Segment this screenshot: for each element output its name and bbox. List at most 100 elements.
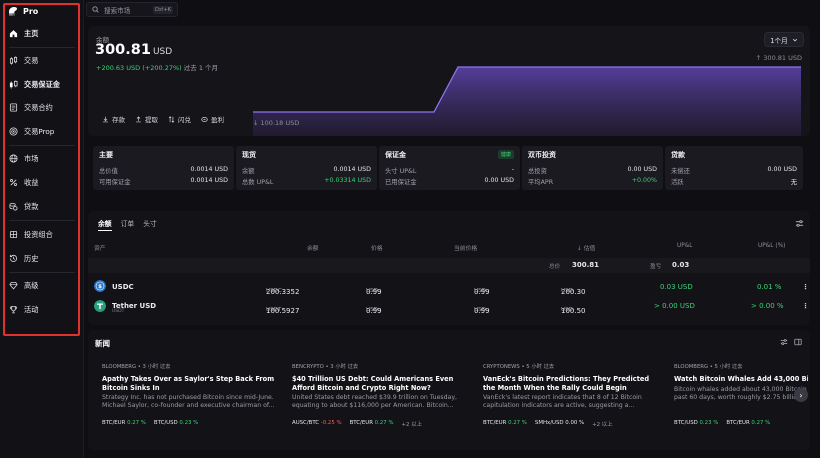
news-headline[interactable]: Watch Bitcoin Whales Add 43,000 Bitcoin <box>674 375 808 384</box>
news-title: 新闻 <box>95 339 110 348</box>
sidebar-item-earn[interactable]: 收益 <box>7 174 77 191</box>
card-margin[interactable]: 保证金 健康 头寸 UP&L - 已用保证金 0.00 USD <box>379 146 520 190</box>
sidebar-item-prop[interactable]: 交易Prop <box>7 123 77 140</box>
chart-max-label: ↑ 300.81 USD <box>755 54 802 62</box>
card-row-label: 头寸 UP&L <box>385 168 417 175</box>
sidebar-item-home[interactable]: 主页 <box>7 25 77 42</box>
withdraw-button[interactable]: 提取 <box>135 114 158 124</box>
col-balance[interactable]: 余额 <box>307 243 319 252</box>
total-value: 300.81 <box>572 261 600 269</box>
col-price[interactable]: 价格 <box>371 243 383 252</box>
deposit-button[interactable]: 存款 <box>102 114 125 124</box>
news-tag[interactable]: BTC/USD 0.23 % <box>674 420 718 426</box>
holdings-panel: 余额 订单 头寸 资产 余额 价格 当前价格 ↓ 估值 UP&L UP&L (%… <box>88 211 810 325</box>
balance-change-pct: (+200.27%) <box>142 64 182 72</box>
row-menu-icon[interactable]: ⋮ <box>802 283 809 291</box>
sidebar-item-markets[interactable]: 市场 <box>7 150 77 167</box>
card-row-value: +0.00% <box>631 177 657 184</box>
card-row-label: 活跃 <box>671 179 684 186</box>
news-tag[interactable]: BTC/EUR 0.27 % <box>483 420 527 428</box>
news-panel: 新闻 BLOOMBERG • 3 小时 过去 Apathy Takes Over… <box>88 330 810 450</box>
card-row-label: 总数 UP&L <box>242 179 274 186</box>
sidebar-item-label: 贷款 <box>24 201 39 211</box>
sidebar-item-campaigns[interactable]: 活动 <box>7 301 77 318</box>
col-upl-pct[interactable]: UP&L (%) <box>758 243 785 249</box>
news-card[interactable]: CRYPTONEWS • 5 小时 过去 VanEck's Bitcoin Pr… <box>483 362 663 442</box>
table-row[interactable]: $ USDC 200.3352 USDC 0.99 USD 0.99 USD 2… <box>88 278 810 296</box>
tag-symbol: BTC/EUR <box>102 420 126 426</box>
more-tags-link[interactable]: +2 以上 <box>402 420 422 428</box>
card-row-label: 平均APR <box>528 179 554 186</box>
col-current-price[interactable]: 当前价格 <box>454 243 477 252</box>
diamond-icon <box>9 281 18 290</box>
period-select[interactable]: 1个月 <box>764 32 804 47</box>
card-loans[interactable]: 贷款 未偿还 0.00 USD 活跃 无 <box>665 146 803 190</box>
sidebar-item-label: 交易合约 <box>24 102 53 112</box>
news-tag[interactable]: AUSC/BTC -0.25 % <box>292 420 342 428</box>
earn-button[interactable]: 盈利 <box>201 114 224 124</box>
sidebar-item-trade[interactable]: 交易 <box>7 52 77 69</box>
tab-positions[interactable]: 头寸 <box>143 218 157 231</box>
card-row-label: 总价值 <box>99 168 118 175</box>
settings-sliders-icon[interactable] <box>795 219 804 228</box>
sidebar-item-margin[interactable]: 交易保证金 <box>7 76 77 93</box>
sidebar-panel-icon[interactable] <box>794 338 802 346</box>
balance-panel: 余额 300.81 USD +200.63 USD (+200.27%) 过去 1… <box>88 26 810 136</box>
summary-cards: 主要 总价值 0.0014 USD 可用保证金 0.0014 USD 现货 余额 0.… <box>93 146 803 190</box>
tag-symbol: AUSC/BTC <box>292 420 320 426</box>
news-card[interactable]: BLOOMBERG • 5 小时 过去 Watch Bitcoin Whales… <box>674 362 808 442</box>
news-tag[interactable]: SMHx/USD 0.00 % <box>535 420 584 428</box>
history-icon <box>9 254 18 262</box>
news-tag[interactable]: BTC/EUR 0.27 % <box>350 420 394 428</box>
more-tags-link[interactable]: +2 以上 <box>592 420 612 428</box>
sidebar-item-portfolio[interactable]: 投资组合 <box>7 226 77 243</box>
asset-subname: USDT <box>112 309 125 314</box>
candles-icon <box>9 56 18 65</box>
news-headline[interactable]: Apathy Takes Over as Saylor's Step Back … <box>102 375 282 392</box>
sidebar-divider <box>9 272 75 273</box>
sidebar-item-futures[interactable]: 交易合约 <box>7 99 77 116</box>
sidebar-item-history[interactable]: 历史 <box>7 250 77 267</box>
col-asset[interactable]: 资产 <box>94 243 106 252</box>
card-title: 贷款 <box>671 151 685 159</box>
news-headline[interactable]: $40 Trillion US Debt: Could Americans Ev… <box>292 375 472 392</box>
card-dual-investment[interactable]: 双币投资 总投资 0.00 USD 平均APR +0.00% <box>522 146 663 190</box>
swap-icon <box>168 115 175 123</box>
col-valuation[interactable]: ↓ 估值 <box>577 243 595 252</box>
card-row-label: 总投资 <box>528 168 547 175</box>
news-card[interactable]: BENCRYPTO • 3 小时 过去 $40 Trillion US Debt… <box>292 362 472 442</box>
news-card[interactable]: BLOOMBERG • 3 小时 过去 Apathy Takes Over as… <box>102 362 282 442</box>
sidebar-item-label: 收益 <box>24 177 39 187</box>
sidebar-item-premium[interactable]: 高级 <box>7 277 77 294</box>
news-source: BLOOMBERG • 3 小时 过去 <box>102 364 171 370</box>
settings-sliders-icon[interactable] <box>780 338 788 346</box>
news-tag[interactable]: BTC/EUR 0.27 % <box>102 420 146 426</box>
news-next-button[interactable]: › <box>794 388 808 402</box>
news-tag[interactable]: BTC/USD 0.23 % <box>154 420 198 426</box>
brand-label: Pro <box>23 6 39 16</box>
tag-change: 0.27 % <box>751 420 771 426</box>
row-menu-icon[interactable]: ⋮ <box>802 302 809 310</box>
holdings-table-header: 资产 余额 价格 当前价格 ↓ 估值 UP&L UP&L (%) <box>88 243 810 253</box>
tab-orders[interactable]: 订单 <box>121 218 135 231</box>
news-headline[interactable]: VanEck's Bitcoin Predictions: They Predi… <box>483 375 663 392</box>
card-row-value: 0.0014 USD <box>190 166 229 173</box>
tab-balances[interactable]: 余额 <box>98 218 112 231</box>
contract-icon <box>9 103 18 112</box>
convert-button[interactable]: 闪兑 <box>168 114 191 124</box>
col-upl[interactable]: UP&L <box>677 243 693 249</box>
market-search-input[interactable]: 搜索市场 Ctrl+K <box>86 2 178 17</box>
news-snippet: United States debt reached $39.9 trillio… <box>292 394 457 409</box>
brand-logo[interactable]: Pro <box>9 5 38 17</box>
news-tag[interactable]: BTC/EUR 0.27 % <box>726 420 770 426</box>
table-row[interactable]: Tether USD USDT 100.5927 USDT 0.99 USD 0… <box>88 297 810 315</box>
total-upl-label: 盈亏 <box>650 264 662 270</box>
card-main[interactable]: 主要 总价值 0.0014 USD 可用保证金 0.0014 USD <box>93 146 234 190</box>
sidebar-item-loans[interactable]: 贷款 <box>7 198 77 215</box>
news-snippet: Strategy Inc. has not purchased Bitcoin … <box>102 394 275 409</box>
news-source: CRYPTONEWS • 5 小时 过去 <box>483 364 555 370</box>
chevron-down-icon <box>792 38 797 41</box>
tether-icon <box>94 300 106 312</box>
convert-label: 闪兑 <box>178 116 191 124</box>
card-spot[interactable]: 现货 余额 0.0014 USD 总数 UP&L +0.03314 USD <box>236 146 377 190</box>
